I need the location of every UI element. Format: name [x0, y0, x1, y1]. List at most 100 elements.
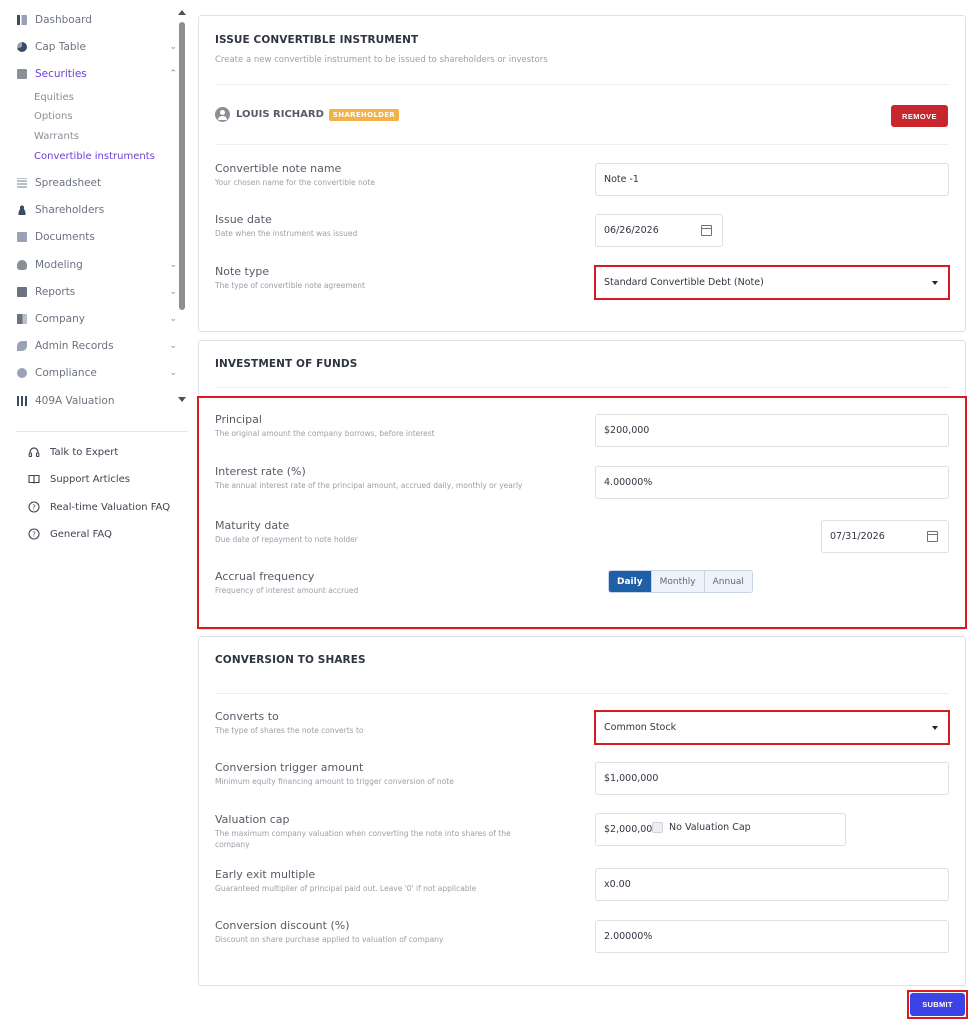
report-icon	[17, 287, 27, 297]
question-circle-icon: ?	[28, 501, 40, 513]
sidebar-item-cap-table[interactable]: Cap Table ⌄	[17, 37, 177, 57]
sidebar-subitem-options[interactable]: Options	[34, 109, 73, 125]
records-icon	[17, 341, 27, 351]
conversion-discount-input[interactable]: 2.00000%	[595, 920, 949, 953]
scrollbar-thumb[interactable]	[179, 22, 185, 310]
accrual-monthly-button[interactable]: Monthly	[651, 571, 705, 592]
sidebar-item-admin-records[interactable]: Admin Records ⌄	[17, 336, 177, 356]
no-valuation-cap-checkbox[interactable]: No Valuation Cap	[652, 822, 751, 833]
sidebar-item-label: Cap Table	[35, 41, 86, 53]
card-title: INVESTMENT OF FUNDS	[215, 358, 358, 370]
sidebar-item-dashboard[interactable]: Dashboard	[17, 10, 177, 30]
interest-rate-input[interactable]: 4.00000%	[595, 466, 949, 499]
field-label: Issue date	[215, 213, 272, 226]
field-label: Maturity date	[215, 519, 290, 532]
sidebar-item-label: Documents	[35, 231, 95, 243]
field-label: Note type	[215, 265, 270, 278]
field-label: Valuation cap	[215, 813, 290, 826]
conversion-card: CONVERSION TO SHARES Converts to The typ…	[198, 636, 966, 986]
clipboard-icon	[17, 69, 27, 79]
svg-text:?: ?	[32, 504, 36, 512]
note-type-select[interactable]: Standard Convertible Debt (Note)	[595, 266, 949, 299]
field-label: Conversion trigger amount	[215, 761, 364, 774]
avatar-icon	[215, 107, 230, 122]
sidebar-item-label: Company	[35, 313, 85, 325]
sidebar-item-reports[interactable]: Reports ⌄	[17, 282, 177, 302]
page: Dashboard Cap Table ⌄ Securities ⌃ Equit…	[0, 0, 972, 1024]
sidebar-item-label: Spreadsheet	[35, 177, 102, 189]
help-general-faq[interactable]: ? General FAQ	[28, 525, 112, 543]
shareholder-badge: SHAREHOLDER	[328, 108, 399, 121]
pie-chart-icon	[17, 42, 27, 52]
sidebar-item-label: Modeling	[35, 259, 83, 271]
converts-to-select[interactable]: Common Stock	[595, 711, 949, 744]
field-help: Minimum equity financing amount to trigg…	[215, 777, 454, 786]
calendar-icon[interactable]	[701, 225, 712, 236]
help-item-label: Talk to Expert	[50, 446, 119, 458]
field-help: The maximum company valuation when conve…	[215, 829, 511, 849]
issue-date-input[interactable]: 06/26/2026	[595, 214, 723, 247]
card-subtitle: Create a new convertible instrument to b…	[215, 55, 548, 65]
dashboard-icon	[17, 15, 27, 25]
question-circle-icon: ?	[28, 528, 40, 540]
sidebar-item-company[interactable]: Company ⌄	[17, 309, 177, 329]
sidebar-item-modeling[interactable]: Modeling ⌄	[17, 255, 177, 275]
shareholder-name: LOUIS RICHARD	[236, 109, 324, 120]
accrual-daily-button[interactable]: Daily	[609, 571, 652, 592]
sidebar-item-label: Securities	[35, 68, 87, 80]
divider	[215, 144, 949, 145]
note-name-input[interactable]: Note -1	[595, 163, 949, 196]
sidebar-item-label: Admin Records	[35, 340, 114, 352]
field-help: The type of convertible note agreement	[215, 281, 365, 290]
scroll-down-arrow-icon[interactable]	[178, 397, 186, 402]
sidebar-item-documents[interactable]: Documents	[17, 227, 177, 247]
field-help: Guaranteed multiplier of principal paid …	[215, 884, 477, 893]
sidebar-item-securities[interactable]: Securities ⌃	[17, 64, 177, 84]
chevron-down-icon: ⌄	[169, 341, 177, 351]
sidebar-scrollbar[interactable]	[177, 8, 187, 406]
sidebar-item-label: Shareholders	[35, 204, 105, 216]
help-support-articles[interactable]: Support Articles	[28, 470, 130, 488]
help-talk-to-expert[interactable]: Talk to Expert	[28, 443, 118, 461]
early-exit-multiple-input[interactable]: x0.00	[595, 868, 949, 901]
maturity-date-input[interactable]: 07/31/2026	[821, 520, 949, 553]
headset-icon	[28, 446, 40, 458]
issue-date-value: 06/26/2026	[604, 225, 659, 236]
field-label: Conversion discount (%)	[215, 919, 350, 932]
investment-card: INVESTMENT OF FUNDS Principal The origin…	[198, 340, 966, 630]
field-help: The type of shares the note converts to	[215, 726, 364, 735]
sidebar-item-spreadsheet[interactable]: Spreadsheet	[17, 173, 177, 193]
chart-icon	[17, 396, 27, 406]
field-help: The original amount the company borrows,…	[215, 429, 435, 438]
sidebar-item-compliance[interactable]: Compliance ⌄	[17, 363, 177, 383]
sidebar-item-409a-valuation[interactable]: 409A Valuation	[17, 391, 177, 411]
person-icon	[17, 205, 27, 215]
building-icon	[17, 314, 27, 324]
submit-button[interactable]: SUBMIT	[910, 993, 965, 1016]
conversion-trigger-input[interactable]: $1,000,000	[595, 762, 949, 795]
sidebar-subitem-equities[interactable]: Equities	[34, 90, 74, 106]
card-title: ISSUE CONVERTIBLE INSTRUMENT	[215, 34, 419, 46]
calendar-icon[interactable]	[927, 531, 938, 542]
divider	[215, 84, 949, 85]
help-real-time-valuation-faq[interactable]: ? Real-time Valuation FAQ	[28, 498, 170, 516]
sidebar-subitem-convertible-instruments[interactable]: Convertible instruments	[34, 149, 155, 165]
accrual-frequency-toggle: Daily Monthly Annual	[608, 570, 753, 593]
accrual-annual-button[interactable]: Annual	[704, 571, 752, 592]
sidebar-subitem-warrants[interactable]: Warrants	[34, 129, 79, 145]
shield-icon	[17, 368, 27, 378]
field-label: Interest rate (%)	[215, 465, 306, 478]
principal-input[interactable]: $200,000	[595, 414, 949, 447]
sidebar-item-label: Compliance	[35, 367, 97, 379]
field-help: Your chosen name for the convertible not…	[215, 178, 375, 187]
chevron-down-icon: ⌄	[169, 42, 177, 52]
issue-instrument-card: ISSUE CONVERTIBLE INSTRUMENT Create a ne…	[198, 15, 966, 332]
chevron-down-icon: ⌄	[169, 287, 177, 297]
sidebar-item-shareholders[interactable]: Shareholders	[17, 200, 177, 220]
scroll-up-arrow-icon[interactable]	[178, 10, 186, 15]
checkbox-box[interactable]	[652, 822, 663, 833]
field-help: Discount on share purchase applied to va…	[215, 935, 444, 944]
svg-text:?: ?	[32, 531, 36, 539]
divider	[215, 387, 949, 388]
remove-button[interactable]: REMOVE	[891, 105, 948, 127]
